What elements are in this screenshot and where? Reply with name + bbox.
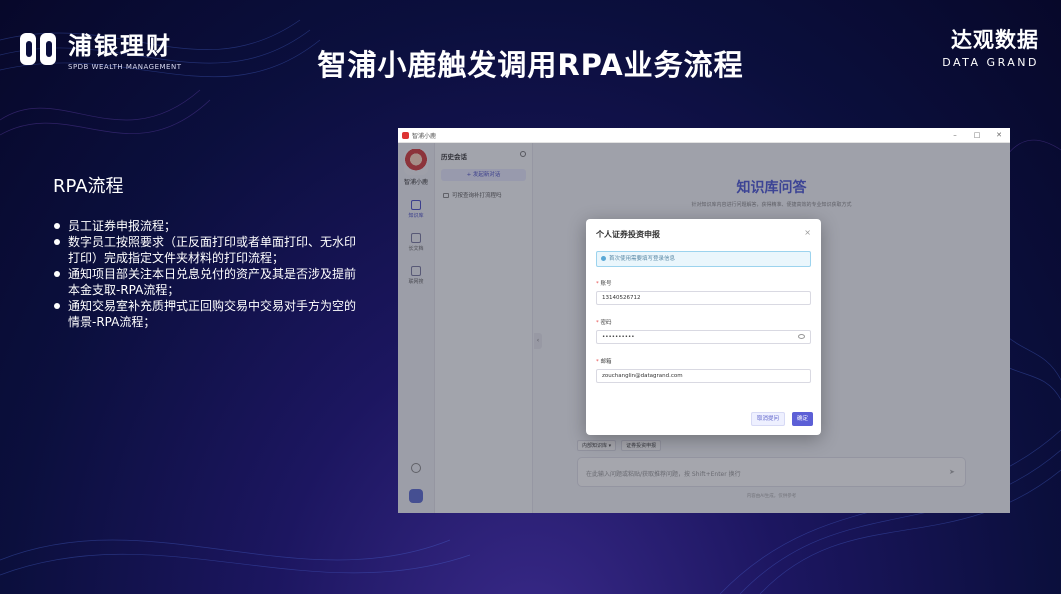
app-window: 智浦小鹿 – □ ✕ 智浦小鹿 知识库 长文档 联网搜 历史会话 + 发起新对话… <box>398 128 1010 513</box>
email-field[interactable]: zouchanglin@datagrand.com <box>596 369 811 383</box>
close-icon[interactable]: × <box>804 228 811 237</box>
confirm-button[interactable]: 确定 <box>791 412 813 426</box>
close-window-icon[interactable]: ✕ <box>988 131 1010 139</box>
bullet-item: 通知项目部关注本日兑息兑付的资产及其是否涉及提前本金支取-RPA流程； <box>53 266 363 298</box>
minimize-icon[interactable]: – <box>944 131 966 139</box>
password-value: •••••••••• <box>602 334 635 340</box>
slide-title: 智浦小鹿触发调用RPA业务流程 <box>317 48 744 82</box>
bullet-item: 员工证券申报流程； <box>53 218 363 234</box>
password-field[interactable]: •••••••••• <box>596 330 811 344</box>
password-label: 密码 <box>596 318 612 326</box>
logo-right-en: DATA GRAND <box>942 56 1039 69</box>
email-label: 邮箱 <box>596 357 612 365</box>
window-title: 智浦小鹿 <box>412 132 437 140</box>
app-icon <box>402 131 409 139</box>
info-notice: 首次使用需要填写登录信息 <box>596 251 811 267</box>
window-controls: – □ ✕ <box>944 131 1010 139</box>
bullet-item: 数字员工按照要求（正反面打印或者单面打印、无水印打印）完成指定文件夹材料的打印流… <box>53 234 363 266</box>
account-label: 账号 <box>596 279 612 287</box>
section-heading: RPA流程 <box>53 176 124 197</box>
dialog-title: 个人证券投资申报 <box>596 230 660 239</box>
eye-icon[interactable] <box>798 334 805 339</box>
securities-declare-dialog: 个人证券投资申报 × 首次使用需要填写登录信息 账号 13140526712 密… <box>586 219 821 435</box>
maximize-icon[interactable]: □ <box>966 131 988 139</box>
datagrand-logo: 达观数据 DATA GRAND <box>942 24 1039 69</box>
bullet-item: 通知交易室补充质押式正回购交易中交易对手方为空的情景-RPA流程； <box>53 298 363 330</box>
window-titlebar: 智浦小鹿 – □ ✕ <box>398 128 1010 143</box>
bullet-list: 员工证券申报流程； 数字员工按照要求（正反面打印或者单面打印、无水印打印）完成指… <box>53 218 363 330</box>
cancel-button[interactable]: 取消提问 <box>750 412 785 426</box>
account-field[interactable]: 13140526712 <box>596 291 811 305</box>
logo-right-cn: 达观数据 <box>951 28 1039 52</box>
